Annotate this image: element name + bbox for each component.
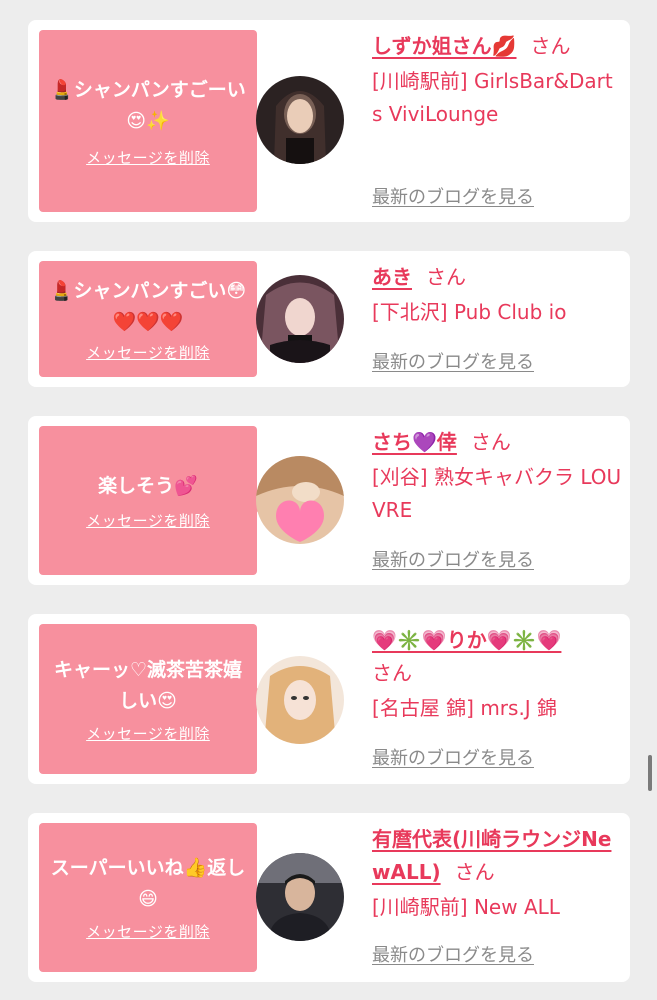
honorific: さん bbox=[372, 661, 412, 685]
sender-name-line: さち💜倖 さん bbox=[372, 426, 622, 459]
sender-name-link[interactable]: あき bbox=[372, 265, 412, 289]
sender-name-link[interactable]: さち💜倖 bbox=[372, 430, 457, 454]
avatar[interactable] bbox=[256, 456, 344, 544]
sender-name-line: 有麿代表(川崎ラウンジNewALL) さん bbox=[372, 823, 622, 889]
latest-blog-link[interactable]: 最新のブログを見る bbox=[372, 941, 534, 967]
message-card: 💄シャンパンすごーい😍✨ メッセージを削除 しずか姐さん💋 さん [川崎駅前] G… bbox=[28, 20, 630, 222]
message-text: 💄シャンパンすごーい😍✨ bbox=[50, 78, 246, 132]
shop-text: [下北沢] Pub Club io bbox=[372, 300, 567, 324]
message-bubble: 💄シャンパンすごい😳❤️❤️❤️ メッセージを削除 bbox=[39, 261, 267, 377]
honorific: さん bbox=[470, 430, 511, 454]
shop-text: [川崎駅前] New ALL bbox=[372, 895, 560, 919]
sender-name-link[interactable]: 💗✳️💗りか💗✳️💗 bbox=[372, 628, 561, 652]
sender-name-line: 💗✳️💗りか💗✳️💗 さん bbox=[372, 624, 622, 690]
latest-blog-link[interactable]: 最新のブログを見る bbox=[372, 183, 534, 209]
latest-blog-link[interactable]: 最新のブログを見る bbox=[372, 348, 534, 374]
avatar[interactable] bbox=[256, 853, 344, 941]
latest-blog-link[interactable]: 最新のブログを見る bbox=[372, 744, 534, 770]
scrollbar[interactable] bbox=[648, 755, 652, 791]
avatar[interactable] bbox=[256, 76, 344, 164]
delete-message-link[interactable]: メッセージを削除 bbox=[86, 510, 210, 531]
message-card: 楽しそう💕 メッセージを削除 さち💜倖 さん [刈谷] 熟女キャバクラ LOUVR… bbox=[28, 416, 630, 585]
delete-message-link[interactable]: メッセージを削除 bbox=[86, 147, 210, 168]
message-card: 💄シャンパンすごい😳❤️❤️❤️ メッセージを削除 あき さん [下北沢] Pub… bbox=[28, 251, 630, 387]
message-card: キャーッ♡滅茶苦茶嬉しい😍 メッセージを削除 💗✳️💗りか💗✳️💗 さん [名古屋… bbox=[28, 614, 630, 784]
shop-text: [刈谷] 熟女キャバクラ LOUVRE bbox=[372, 465, 622, 522]
sender-name-line: あき さん bbox=[372, 261, 622, 294]
message-bubble: キャーッ♡滅茶苦茶嬉しい😍 メッセージを削除 bbox=[39, 624, 267, 774]
message-bubble: スーパーいいね👍返し😄 メッセージを削除 bbox=[39, 823, 267, 972]
sender-name-line: しずか姐さん💋 さん bbox=[372, 30, 622, 63]
message-text: スーパーいいね👍返し😄 bbox=[50, 857, 246, 910]
message-text: 💄シャンパンすごい😳❤️❤️❤️ bbox=[49, 279, 247, 333]
avatar[interactable] bbox=[256, 275, 344, 363]
honorific: さん bbox=[530, 34, 571, 58]
message-card: スーパーいいね👍返し😄 メッセージを削除 有麿代表(川崎ラウンジNewALL) さ… bbox=[28, 813, 630, 982]
honorific: さん bbox=[426, 265, 466, 289]
message-text: 楽しそう💕 bbox=[98, 474, 198, 497]
shop-text: [名古屋 錦] mrs.J 錦 bbox=[372, 696, 558, 720]
delete-message-link[interactable]: メッセージを削除 bbox=[86, 921, 210, 942]
delete-message-link[interactable]: メッセージを削除 bbox=[86, 342, 210, 363]
message-bubble: 楽しそう💕 メッセージを削除 bbox=[39, 426, 267, 575]
message-bubble: 💄シャンパンすごーい😍✨ メッセージを削除 bbox=[39, 30, 267, 212]
shop-text: [川崎駅前] GirlsBar&Darts ViviLounge bbox=[372, 69, 613, 126]
sender-name-link[interactable]: しずか姐さん💋 bbox=[372, 34, 517, 58]
delete-message-link[interactable]: メッセージを削除 bbox=[86, 723, 210, 744]
avatar[interactable] bbox=[256, 656, 344, 744]
honorific: さん bbox=[454, 860, 495, 884]
message-text: キャーッ♡滅茶苦茶嬉しい😍 bbox=[53, 658, 243, 712]
latest-blog-link[interactable]: 最新のブログを見る bbox=[372, 546, 534, 572]
